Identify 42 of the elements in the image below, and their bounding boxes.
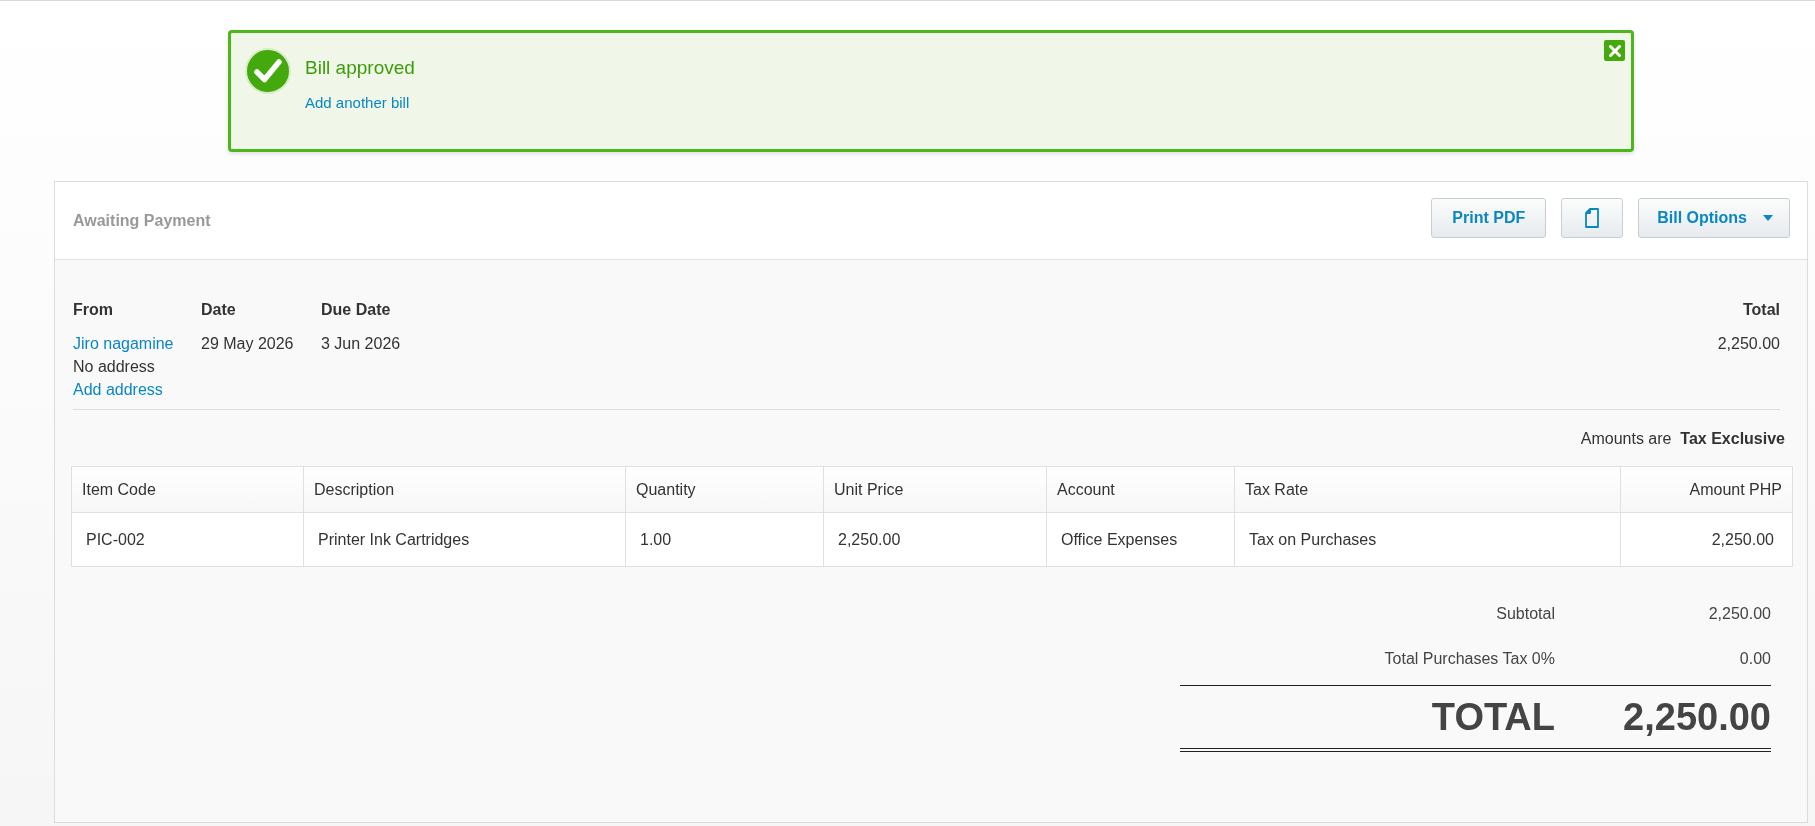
totals-label: Subtotal (1495, 603, 1555, 624)
column-header: Tax Rate (1234, 466, 1621, 513)
field-heading: Date (201, 300, 237, 320)
table-cell: Printer Ink Cartridges (303, 512, 626, 567)
total-heading: Total (1742, 300, 1780, 320)
column-header: Quantity (625, 466, 824, 513)
column-header: Amount PHP (1620, 466, 1793, 513)
field-link[interactable]: Add address (73, 378, 163, 401)
grand-total-value: 2,250.00 (1622, 695, 1771, 739)
column-header: Unit Price (823, 466, 1047, 513)
field-heading: Due Date (321, 300, 392, 320)
table-cell: Office Expenses (1046, 512, 1235, 567)
bill-options-button[interactable]: Bill Options (1638, 197, 1790, 238)
totals-label: Total Purchases Tax 0% (1383, 648, 1555, 669)
table-cell: 1.00 (625, 512, 824, 567)
totals-value: 0.00 (1738, 648, 1771, 669)
grand-total-label: TOTAL (1430, 695, 1555, 739)
amounts-note: Amounts are Tax Exclusive (1580, 429, 1785, 449)
table-cell: Tax on Purchases (1234, 512, 1621, 567)
column-header: Description (303, 466, 626, 513)
totals-value: 2,250.00 (1707, 603, 1771, 624)
field-value: 3 Jun 2026 (321, 334, 401, 354)
table-cell: 2,250.00 (1620, 512, 1793, 567)
field-heading: From (73, 300, 114, 320)
table-cell: 2,250.00 (823, 512, 1047, 567)
caret-icon (1763, 214, 1773, 221)
column-header: Account (1046, 466, 1235, 513)
field-value: 29 May 2026 (201, 334, 294, 354)
add-another-bill-link[interactable]: Add another bill (305, 94, 415, 112)
column-header: Item Code (71, 466, 304, 513)
check-circle-icon (245, 48, 291, 94)
document-icon (1585, 207, 1600, 228)
notification-title: Bill approved (305, 57, 415, 79)
document-button[interactable] (1561, 197, 1624, 238)
print-pdf-button[interactable]: Print PDF (1431, 197, 1547, 238)
close-button[interactable] (1604, 40, 1625, 61)
total-value: 2,250.00 (1717, 334, 1780, 354)
field-link[interactable]: Jiro nagamine (73, 332, 174, 355)
table-cell: PIC-002 (71, 512, 304, 567)
field-value: No address (73, 357, 155, 377)
close-icon (1608, 44, 1621, 57)
status-label: Awaiting Payment (73, 210, 211, 231)
